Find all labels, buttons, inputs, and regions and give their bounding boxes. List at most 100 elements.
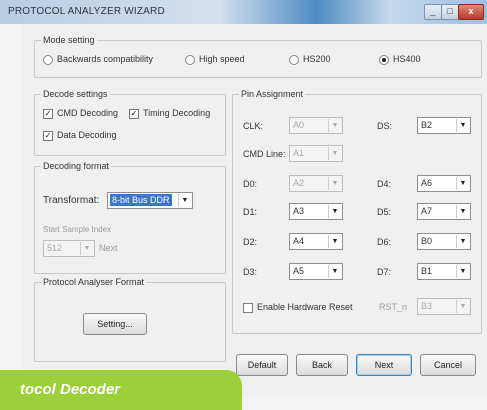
transformat-label: Transformat: — [43, 195, 100, 206]
d6-label: D6: — [377, 237, 392, 247]
ds-select[interactable]: B2 ▼ — [417, 117, 471, 134]
maximize-button[interactable]: □ — [441, 4, 459, 20]
chevron-down-icon: ▼ — [456, 119, 469, 132]
transformat-value: 8-bit Bus DDR — [110, 194, 172, 206]
rst-n-label: RST_n — [379, 302, 408, 312]
d4-select[interactable]: A6 ▼ — [417, 175, 471, 192]
next-sample-label: Next — [99, 243, 118, 253]
d2-select[interactable]: A4 ▼ — [289, 233, 343, 250]
d7-label: D7: — [377, 267, 392, 277]
d2-value: A4 — [293, 236, 305, 246]
wizard-client-area: Mode setting Backwards compatibility Hig… — [22, 24, 487, 396]
cmd-line-select[interactable]: A1 ▼ — [289, 145, 343, 162]
radio-high-speed[interactable] — [185, 55, 195, 65]
clk-value: A0 — [293, 120, 305, 130]
d7-value: B1 — [421, 266, 433, 276]
pin-assignment-label: Pin Assignment — [239, 89, 306, 99]
ds-value: B2 — [421, 120, 433, 130]
d0-select[interactable]: A2 ▼ — [289, 175, 343, 192]
chevron-down-icon: ▼ — [456, 205, 469, 218]
protocol-analyzer-window: PROTOCOL ANALYZER WIZARD _ □ x Mode sett… — [0, 0, 487, 410]
protocol-analyser-format-label: Protocol Analyser Format — [41, 277, 147, 287]
decode-settings-label: Decode settings — [41, 89, 110, 99]
next-button[interactable]: Next — [356, 354, 412, 376]
d1-select[interactable]: A3 ▼ — [289, 203, 343, 220]
d3-select[interactable]: A5 ▼ — [289, 263, 343, 280]
caption-banner: tocol Decoder — [0, 370, 242, 410]
chevron-down-icon: ▼ — [456, 235, 469, 248]
data-decoding-label: Data Decoding — [57, 130, 117, 140]
caption-banner-text: tocol Decoder — [20, 381, 121, 398]
d6-value: B0 — [421, 236, 433, 246]
clk-select[interactable]: A0 ▼ — [289, 117, 343, 134]
chevron-down-icon: ▼ — [328, 205, 341, 218]
radio-hs400[interactable] — [379, 55, 389, 65]
d0-label: D0: — [243, 179, 258, 189]
minimize-icon: _ — [430, 6, 436, 16]
cancel-button[interactable]: Cancel — [420, 354, 476, 376]
radio-high-speed-label: High speed — [199, 54, 245, 64]
radio-hs200[interactable] — [289, 55, 299, 65]
start-sample-value: 512 — [47, 243, 63, 253]
enable-hardware-reset-checkbox[interactable] — [243, 303, 253, 313]
d1-value: A3 — [293, 206, 305, 216]
rst-n-value: B3 — [421, 301, 433, 311]
radio-backwards-label: Backwards compatibility — [57, 54, 154, 64]
chevron-down-icon: ▼ — [328, 119, 341, 132]
chevron-down-icon: ▼ — [80, 242, 93, 255]
default-button[interactable]: Default — [236, 354, 288, 376]
chevron-down-icon: ▼ — [328, 147, 341, 160]
chevron-down-icon: ▼ — [328, 177, 341, 190]
maximize-icon: □ — [447, 6, 453, 16]
d2-label: D2: — [243, 237, 258, 247]
chevron-down-icon: ▼ — [328, 235, 341, 248]
timing-decoding-checkbox[interactable]: ✓ — [129, 109, 139, 119]
ds-label: DS: — [377, 121, 393, 131]
cmd-line-value: A1 — [293, 148, 305, 158]
d3-value: A5 — [293, 266, 305, 276]
radio-hs400-label: HS400 — [393, 54, 421, 64]
d5-label: D5: — [377, 207, 392, 217]
window-title: PROTOCOL ANALYZER WIZARD — [8, 6, 165, 17]
setting-button[interactable]: Setting... — [83, 313, 147, 335]
start-sample-label: Start Sample Index — [43, 225, 112, 234]
decoding-format-label: Decoding format — [41, 161, 112, 171]
pin-assignment-group: Pin Assignment CLK: A0 ▼ DS: B2 ▼ CMD Li… — [232, 89, 482, 334]
close-icon: x — [468, 6, 474, 16]
title-bar[interactable]: PROTOCOL ANALYZER WIZARD _ □ x — [0, 0, 487, 24]
enable-hardware-reset-label: Enable Hardware Reset — [257, 302, 353, 312]
d4-label: D4: — [377, 179, 392, 189]
decoding-format-group: Decoding format Transformat: 8-bit Bus D… — [34, 161, 226, 274]
rst-n-select[interactable]: B3 ▼ — [417, 298, 471, 315]
decode-settings-group: Decode settings ✓ CMD Decoding ✓ Timing … — [34, 89, 226, 156]
transformat-select[interactable]: 8-bit Bus DDR ▼ — [107, 192, 193, 209]
back-button[interactable]: Back — [296, 354, 348, 376]
timing-decoding-label: Timing Decoding — [143, 108, 211, 118]
cmd-decoding-checkbox[interactable]: ✓ — [43, 109, 53, 119]
mode-setting-label: Mode setting — [41, 35, 97, 45]
chevron-down-icon: ▼ — [456, 265, 469, 278]
clk-label: CLK: — [243, 121, 264, 131]
data-decoding-checkbox[interactable]: ✓ — [43, 131, 53, 141]
d4-value: A6 — [421, 178, 433, 188]
chevron-down-icon: ▼ — [328, 265, 341, 278]
chevron-down-icon: ▼ — [456, 177, 469, 190]
d5-select[interactable]: A7 ▼ — [417, 203, 471, 220]
radio-backwards-compatibility[interactable] — [43, 55, 53, 65]
mode-setting-group: Mode setting Backwards compatibility Hig… — [34, 35, 482, 78]
d1-label: D1: — [243, 207, 258, 217]
d6-select[interactable]: B0 ▼ — [417, 233, 471, 250]
cmd-decoding-label: CMD Decoding — [57, 108, 119, 118]
chevron-down-icon: ▼ — [456, 300, 469, 313]
d5-value: A7 — [421, 206, 433, 216]
d0-value: A2 — [293, 178, 305, 188]
d3-label: D3: — [243, 267, 258, 277]
d7-select[interactable]: B1 ▼ — [417, 263, 471, 280]
chevron-down-icon: ▼ — [178, 194, 191, 207]
protocol-analyser-format-group: Protocol Analyser Format Setting... — [34, 277, 226, 362]
cmd-line-label: CMD Line: — [243, 149, 286, 159]
minimize-button[interactable]: _ — [424, 4, 442, 20]
close-button[interactable]: x — [458, 4, 484, 20]
start-sample-select[interactable]: 512 ▼ — [43, 240, 95, 257]
radio-hs200-label: HS200 — [303, 54, 331, 64]
